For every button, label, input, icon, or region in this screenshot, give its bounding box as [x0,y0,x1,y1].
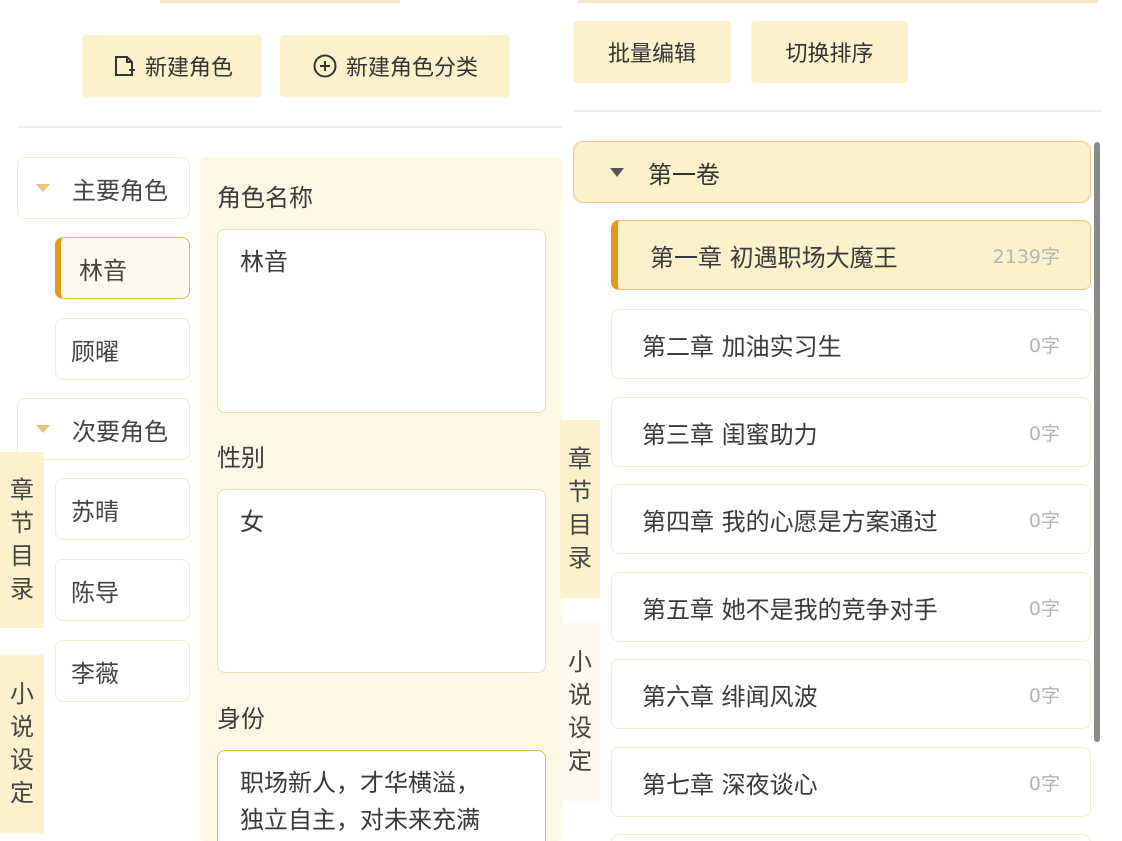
vtab-char: 录 [10,575,34,603]
name-value: 林音 [240,248,288,276]
new-character-button[interactable]: 新建角色 [82,35,262,97]
chapter-item[interactable]: 第二章 加油实习生 0字 [611,309,1091,379]
top-cutoff-strip [160,0,400,3]
character-item-su-qing[interactable]: 苏晴 [55,478,190,540]
chapter-item[interactable]: 第五章 她不是我的竞争对手 0字 [611,572,1091,642]
character-item-chen-dao[interactable]: 陈导 [55,559,190,621]
vtab-char: 定 [568,747,592,775]
gender-label: 性别 [217,444,265,472]
toggle-sort-label: 切换排序 [785,42,874,67]
novel-settings-tab[interactable]: 小说设定 [560,623,600,801]
chapter-title: 第二章 加油实习生 [642,332,842,361]
word-count: 2139字 [992,245,1060,268]
top-cutoff-strip [578,0,1098,3]
gender-field[interactable]: 女 [217,489,546,673]
chapter-title: 第六章 绯闻风波 [642,682,818,711]
identity-line: 独立自主，对未来充满 [240,806,480,834]
character-name: 林音 [79,256,127,285]
toggle-sort-button[interactable]: 切换排序 [751,21,908,83]
plus-circle-icon [312,53,338,79]
vtab-char: 说 [568,681,592,709]
chapter-item-partial[interactable] [611,834,1091,841]
chapter-title: 第四章 我的心愿是方案通过 [642,507,938,536]
batch-edit-button[interactable]: 批量编辑 [573,21,731,83]
batch-edit-label: 批量编辑 [607,42,696,67]
novel-settings-tab-left[interactable]: 小说设定 [0,655,44,833]
caret-down-icon [36,184,50,192]
vtab-char: 定 [10,779,34,807]
character-name: 苏晴 [71,497,119,526]
vtab-char: 节 [568,478,592,506]
identity-label: 身份 [217,705,265,733]
vtab-char: 设 [10,746,34,774]
volume-header[interactable]: 第一卷 [573,141,1091,203]
word-count: 0字 [1028,509,1060,532]
vtab-char: 章 [568,445,592,473]
word-count: 0字 [1028,422,1060,445]
new-file-icon [111,53,137,79]
left-toolbar-divider [17,126,562,128]
vtab-char: 小 [568,648,592,676]
identity-line: 职场新人，才华横溢， [240,769,480,797]
vtab-char: 小 [10,680,34,708]
chapter-title: 第三章 闺蜜助力 [642,420,818,449]
category-label: 次要角色 [72,417,168,446]
chapter-item[interactable]: 第七章 深夜谈心 0字 [611,747,1091,817]
chapter-toc-tab-left[interactable]: 章节目录 [0,452,44,628]
category-secondary-characters[interactable]: 次要角色 [17,398,190,460]
word-count: 0字 [1028,334,1060,357]
chapter-item[interactable]: 第一章 初遇职场大魔王 2139字 [611,220,1091,290]
new-category-button[interactable]: 新建角色分类 [280,35,510,97]
character-name: 陈导 [71,578,119,607]
character-item-lin-yin[interactable]: 林音 [55,237,190,299]
vtab-char: 设 [568,714,592,742]
character-name: 李薇 [71,659,119,688]
character-name: 顾曜 [71,337,119,366]
vtab-text: 小说设定 [10,678,34,810]
chapter-title: 第五章 她不是我的竞争对手 [642,595,938,624]
name-label: 角色名称 [217,184,313,212]
chapter-item[interactable]: 第四章 我的心愿是方案通过 0字 [611,484,1091,554]
category-main-characters[interactable]: 主要角色 [17,157,190,219]
chapter-list-scrollbar[interactable] [1094,142,1100,742]
vtab-char: 说 [10,713,34,741]
category-label: 主要角色 [72,176,168,205]
vtab-char: 节 [10,509,34,537]
right-toolbar-divider [573,110,1101,112]
vtab-char: 目 [10,542,34,570]
character-item-li-wei[interactable]: 李薇 [55,640,190,702]
word-count: 0字 [1028,772,1060,795]
vtab-char: 章 [10,476,34,504]
character-item-gu-yao[interactable]: 顾曜 [55,318,190,380]
word-count: 0字 [1028,684,1060,707]
identity-field[interactable]: 职场新人，才华横溢， 独立自主，对未来充满 [217,750,546,841]
vtab-text: 小说设定 [568,646,592,778]
vtab-char: 录 [568,544,592,572]
name-field[interactable]: 林音 [217,229,546,413]
vtab-char: 目 [568,511,592,539]
chapter-title: 第七章 深夜谈心 [642,770,818,799]
vtab-text: 章节目录 [568,443,592,575]
caret-down-icon [610,167,624,177]
volume-title: 第一卷 [648,160,720,189]
vtab-text: 章节目录 [10,474,34,606]
chapter-item[interactable]: 第三章 闺蜜助力 0字 [611,397,1091,467]
chapter-item[interactable]: 第六章 绯闻风波 0字 [611,659,1091,729]
word-count: 0字 [1028,597,1060,620]
chapter-toc-tab[interactable]: 章节目录 [560,420,600,598]
new-character-label: 新建角色 [144,56,233,81]
caret-down-icon [36,425,50,433]
chapter-title: 第一章 初遇职场大魔王 [650,243,898,272]
new-category-label: 新建角色分类 [345,56,478,81]
gender-value: 女 [240,508,264,536]
